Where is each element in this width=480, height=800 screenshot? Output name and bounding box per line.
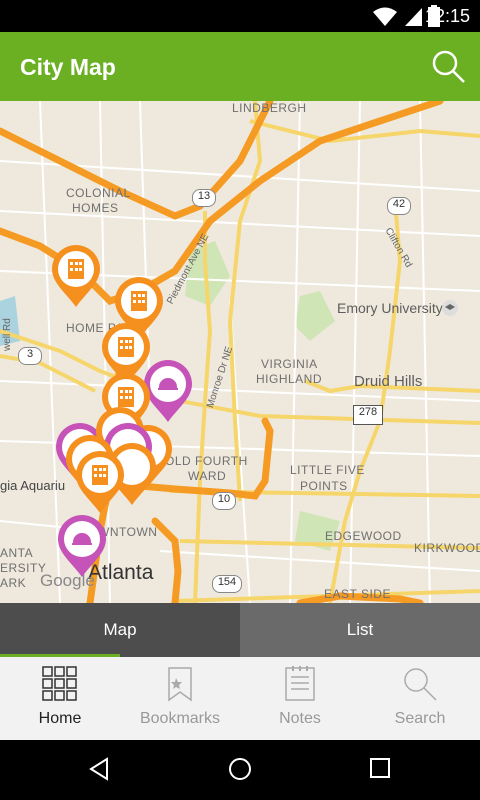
map-label: ANTA (0, 546, 34, 560)
route-shield: 278 (353, 405, 383, 425)
view-tabs: Map List (0, 603, 480, 657)
bookmark-icon (168, 667, 192, 702)
map-label: well Rd (2, 318, 13, 351)
restaurant-pin[interactable] (54, 511, 110, 579)
tab-map-label: Map (103, 620, 137, 639)
nav-item-notes[interactable]: Notes (240, 657, 360, 740)
clock: 12:15 (424, 6, 470, 26)
tab-list-label: List (346, 620, 374, 639)
university-icon (442, 300, 458, 316)
map-label: HIGHLAND (256, 372, 323, 386)
nav-item-home[interactable]: Home (0, 657, 120, 740)
search-icon[interactable] (432, 50, 466, 84)
map-label: Druid Hills (354, 373, 423, 390)
map-label: EAST SIDE (324, 587, 391, 601)
nav-item-label: Bookmarks (139, 710, 221, 727)
nav-item-search[interactable]: Search (360, 657, 480, 740)
system-nav-bar (0, 740, 480, 800)
map-label: LINDBERGH (232, 101, 307, 115)
route-shield: 3 (18, 347, 42, 365)
nav-item-label: Search (394, 710, 446, 727)
home-icon[interactable] (228, 757, 252, 781)
signal-icon (405, 8, 422, 26)
route-shield: 154 (212, 575, 242, 593)
map-label: OLD FOURTH (165, 454, 248, 468)
map-label: KIRKWOOD (414, 541, 480, 555)
nav-item-bookmarks[interactable]: Bookmarks (120, 657, 240, 740)
map-label: COLONIAL (66, 186, 131, 200)
status-bar: 12:15 (0, 0, 480, 32)
tab-map[interactable]: Map (0, 603, 240, 657)
route-shield: 13 (192, 189, 216, 207)
map-view[interactable]: LINDBERGH COLONIAL HOMES HOME PA Piedmon… (0, 101, 480, 603)
wifi-icon (373, 7, 397, 26)
map-label: EDGEWOOD (325, 529, 402, 543)
route-shield: 42 (387, 197, 411, 215)
nav-item-label: Notes (279, 710, 321, 727)
bottom-nav: Home Bookmarks Notes Search (0, 657, 480, 740)
search-icon (404, 668, 437, 701)
tab-list[interactable]: List (240, 603, 480, 657)
map-label: LITTLE FIVE (290, 463, 365, 477)
grid-icon (42, 666, 77, 701)
app-bar: City Map (0, 32, 480, 101)
map-label: Emory University (337, 300, 443, 316)
map-label: POINTS (300, 479, 348, 493)
notes-icon (285, 666, 315, 701)
map-label: WARD (188, 469, 227, 483)
hotel-pin[interactable] (72, 447, 128, 515)
hotel-pin[interactable] (48, 241, 104, 309)
map-label: VIRGINIA (261, 357, 318, 371)
back-icon[interactable] (88, 757, 110, 781)
page-title: City Map (20, 54, 116, 80)
recents-icon[interactable] (369, 757, 391, 779)
map-label: ARK (0, 576, 27, 590)
nav-item-label: Home (38, 710, 82, 727)
route-shield: 10 (212, 492, 236, 510)
map-label: HOMES (72, 201, 119, 215)
